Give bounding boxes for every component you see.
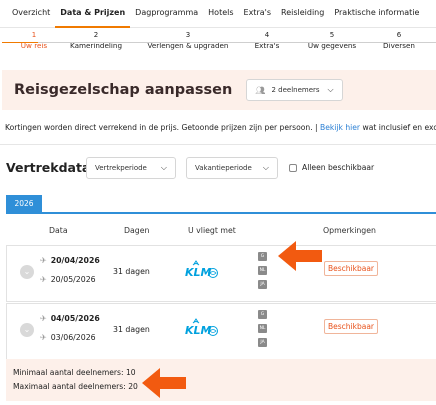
tab-year[interactable]: 2026 xyxy=(6,195,42,213)
header-days: Dagen xyxy=(124,226,150,235)
class-badge: G xyxy=(258,310,267,319)
class-badge: NL xyxy=(258,266,267,275)
tab-underline xyxy=(6,212,436,214)
departure-dates-title: Vertrekdata xyxy=(6,160,91,175)
airline-name: KLM xyxy=(185,324,212,337)
arrow-pointer-icon xyxy=(142,368,186,398)
departure-row[interactable]: ⌄ ✈︎ 20/04/2026 ✈︎ 20/05/2026 31 dagen KLM… xyxy=(6,245,436,302)
plane-depart-icon: ✈︎ xyxy=(40,256,47,265)
nav-hotels[interactable]: Hotels xyxy=(203,0,238,28)
chevron-down-icon: ⌵ xyxy=(327,85,334,94)
price-note-text: Kortingen worden direct verrekend in de … xyxy=(5,123,318,132)
nav-data-prijzen[interactable]: Data & Prijzen xyxy=(55,0,131,28)
header-airline: U vliegt met xyxy=(188,226,236,235)
plane-return-icon: ✈︎ xyxy=(40,333,47,342)
nav-dagprogramma[interactable]: Dagprogramma xyxy=(130,0,203,28)
class-badge: G xyxy=(258,252,267,261)
trip-days: 31 dagen xyxy=(113,267,150,276)
plane-depart-icon: ✈︎ xyxy=(40,314,47,323)
step-diversen[interactable]: 6 Diversen xyxy=(349,30,436,52)
max-participants: Maximaal aantal deelnemers: 20 xyxy=(13,382,138,391)
participants-dropdown[interactable]: 👥︎ 2 deelnemers ⌵ xyxy=(246,79,343,101)
step-kamerindeling[interactable]: 2 Kamerindeling xyxy=(46,30,146,52)
people-icon: 👥︎ xyxy=(255,85,266,95)
nav-praktische-informatie[interactable]: Praktische informatie xyxy=(329,0,424,28)
booking-steps: 1 Uw reis 2 Kamerindeling 3 Verlengen & … xyxy=(0,30,436,56)
departure-period-select[interactable]: Vertrekperiode ⌵ xyxy=(86,157,176,179)
return-date-value: 20/05/2026 xyxy=(50,275,96,284)
expand-icon[interactable]: ⌄ xyxy=(20,265,34,279)
departure-period-label: Vertrekperiode xyxy=(95,164,147,172)
expand-icon[interactable]: ⌄ xyxy=(20,323,34,337)
info-link[interactable]: Bekijk hier xyxy=(320,123,360,132)
return-date: ✈︎ 03/06/2026 xyxy=(40,333,96,342)
step-remaining-line xyxy=(38,42,436,43)
step-number: 2 xyxy=(93,31,99,39)
participants-value: 2 deelnemers xyxy=(271,86,320,94)
step-progress-line xyxy=(2,42,38,43)
top-navigation: Overzicht Data & Prijzen Dagprogramma Ho… xyxy=(0,0,436,28)
airline-name: KLM xyxy=(185,266,212,279)
arrow-pointer-icon xyxy=(278,241,322,271)
price-note: Kortingen worden direct verrekend in de … xyxy=(5,123,436,132)
klm-logo: KLM xyxy=(185,260,219,286)
chevron-down-icon: ⌵ xyxy=(262,163,269,172)
depart-date: ✈︎ 04/05/2026 xyxy=(40,314,100,323)
divider xyxy=(0,144,436,145)
depart-date-value: 04/05/2026 xyxy=(50,314,100,323)
nav-reisleiding[interactable]: Reisleiding xyxy=(276,0,329,28)
departure-row[interactable]: ⌄ ✈︎ 04/05/2026 ✈︎ 03/06/2026 31 dagen KLM… xyxy=(6,303,436,360)
return-date: ✈︎ 20/05/2026 xyxy=(40,275,96,284)
klm-logo-svg: KLM xyxy=(185,260,218,279)
checkbox-box[interactable] xyxy=(289,163,297,172)
class-badge: JA xyxy=(258,338,267,347)
plane-return-icon: ✈︎ xyxy=(40,275,47,284)
available-only-checkbox[interactable]: Alleen beschikbaar xyxy=(289,163,374,172)
return-date-value: 03/06/2026 xyxy=(50,333,96,342)
nav-extras[interactable]: Extra's xyxy=(239,0,276,28)
participants-info: Minimaal aantal deelnemers: 10 Maximaal … xyxy=(6,359,436,401)
chevron-down-icon: ⌵ xyxy=(160,163,167,172)
step-number: 6 xyxy=(396,31,402,39)
price-note-rest: wat inclusief en exclus xyxy=(362,123,436,132)
depart-date-value: 20/04/2026 xyxy=(50,256,100,265)
class-badge: NL xyxy=(258,324,267,333)
banner-title: Reisgezelschap aanpassen xyxy=(14,82,233,98)
travel-party-banner: Reisgezelschap aanpassen 👥︎ 2 deelnemers… xyxy=(2,70,436,110)
available-only-label: Alleen beschikbaar xyxy=(302,163,375,172)
klm-logo: KLM xyxy=(185,318,219,344)
min-participants: Minimaal aantal deelnemers: 10 xyxy=(13,368,136,377)
header-date: Data xyxy=(49,226,68,235)
klm-logo-svg: KLM xyxy=(185,318,218,337)
status-badge: Beschikbaar xyxy=(324,261,379,276)
depart-date: ✈︎ 20/04/2026 xyxy=(40,256,100,265)
holiday-period-label: Vakantieperiode xyxy=(195,164,252,172)
class-badge: JA xyxy=(258,280,267,289)
status-badge: Beschikbaar xyxy=(324,319,379,334)
header-remarks: Opmerkingen xyxy=(323,226,376,235)
trip-days: 31 dagen xyxy=(113,325,150,334)
holiday-period-select[interactable]: Vakantieperiode ⌵ xyxy=(186,157,278,179)
nav-overzicht[interactable]: Overzicht xyxy=(0,0,55,28)
